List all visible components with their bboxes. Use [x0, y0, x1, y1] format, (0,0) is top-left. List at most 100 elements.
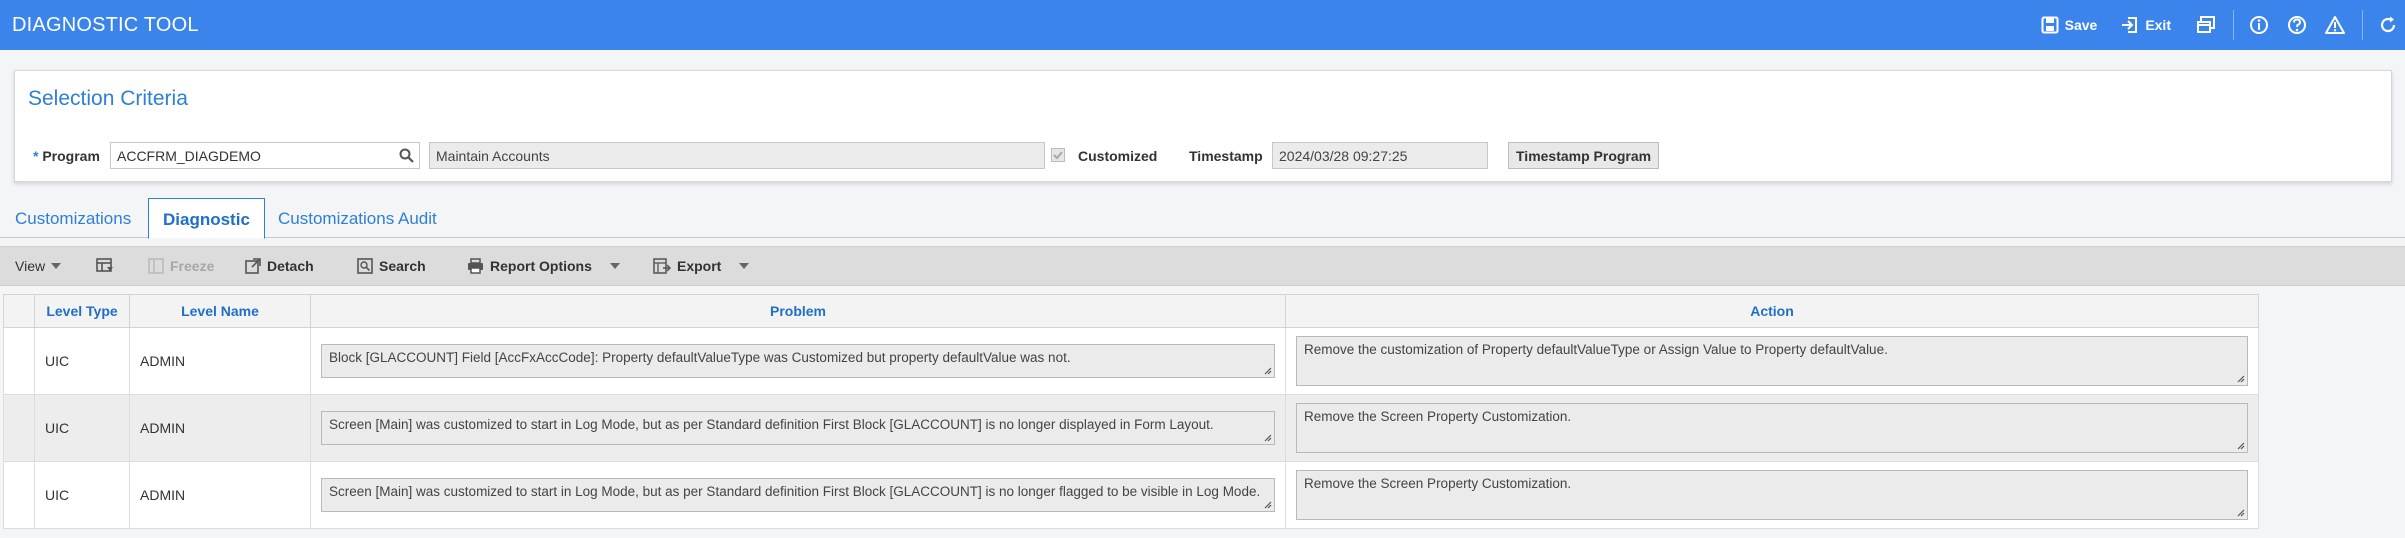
selection-criteria-panel: Selection Criteria * Program ACCFRM_DIAG… [14, 70, 2392, 182]
resize-grip-icon[interactable] [1262, 499, 1272, 509]
timestamp-program-button[interactable]: Timestamp Program [1508, 142, 1660, 169]
program-value: ACCFRM_DIAGDEMO [117, 148, 261, 164]
tab-customizations-audit[interactable]: Customizations Audit [264, 198, 451, 238]
problem-textarea[interactable]: Block [GLACCOUNT] Field [AccFxAccCode]: … [321, 344, 1275, 378]
timestamp-field: 2024/03/28 09:27:25 [1272, 142, 1488, 169]
printer-icon [468, 258, 483, 274]
table-row[interactable]: UIC ADMIN Screen [Main] was customized t… [3, 461, 2259, 529]
export-button[interactable]: Export [653, 258, 750, 274]
program-label-text: Program [42, 148, 100, 164]
export-label: Export [677, 258, 722, 274]
column-header-action[interactable]: Action [1285, 294, 2259, 328]
detach-icon [245, 258, 261, 274]
column-header-level-type[interactable]: Level Type [34, 294, 130, 328]
chevron-down-icon [51, 263, 62, 269]
search-icon[interactable] [399, 148, 414, 163]
chevron-down-icon [609, 263, 620, 269]
app-header: DIAGNOSTIC TOOL Save Exit [0, 0, 2405, 50]
report-options-label: Report Options [490, 258, 592, 274]
column-header-problem[interactable]: Problem [310, 294, 1286, 328]
table-row[interactable]: UIC ADMIN Screen [Main] was customized t… [3, 394, 2259, 462]
exit-icon [2122, 17, 2138, 33]
level-type-cell: UIC [34, 327, 130, 395]
export-icon [653, 258, 671, 274]
program-description-field: Maintain Accounts [429, 142, 1045, 169]
windows-icon[interactable] [2195, 14, 2217, 36]
info-icon[interactable] [2248, 14, 2270, 36]
refresh-icon[interactable] [2377, 14, 2399, 36]
freeze-button[interactable]: Freeze [148, 258, 214, 274]
row-selector[interactable] [3, 394, 35, 462]
action-textarea[interactable]: Remove the Screen Property Customization… [1296, 403, 2248, 453]
program-label: * Program [33, 148, 100, 164]
action-cell: Remove the Screen Property Customization… [1285, 394, 2259, 462]
problem-cell: Screen [Main] was customized to start in… [310, 461, 1286, 529]
report-options-button[interactable]: Report Options [467, 258, 620, 274]
level-name-cell: ADMIN [129, 327, 311, 395]
diagnostic-grid: Level Type Level Name Problem Action UIC… [3, 294, 2259, 529]
problem-text: Block [GLACCOUNT] Field [AccFxAccCode]: … [329, 350, 1071, 365]
freeze-label: Freeze [170, 258, 215, 274]
problem-textarea[interactable]: Screen [Main] was customized to start in… [321, 478, 1275, 512]
action-textarea[interactable]: Remove the Screen Property Customization… [1296, 470, 2248, 520]
row-selector[interactable] [3, 461, 35, 529]
action-cell: Remove the Screen Property Customization… [1285, 461, 2259, 529]
level-type-cell: UIC [34, 394, 130, 462]
resize-grip-icon[interactable] [2235, 507, 2245, 517]
freeze-icon [148, 258, 164, 274]
grid-toolbar: View Freeze Detach Search Report Options… [0, 246, 2405, 286]
header-divider [2362, 10, 2363, 40]
column-settings-button[interactable] [96, 258, 114, 274]
exit-label: Exit [2145, 17, 2171, 33]
program-description: Maintain Accounts [436, 148, 550, 164]
tab-customizations[interactable]: Customizations [1, 198, 145, 238]
header-divider [2233, 10, 2234, 40]
level-name-cell: ADMIN [129, 394, 311, 462]
selection-criteria-title: Selection Criteria [28, 87, 188, 110]
checkmark-icon [1053, 151, 1063, 160]
resize-grip-icon[interactable] [1262, 432, 1272, 442]
row-selector[interactable] [3, 327, 35, 395]
app-title: DIAGNOSTIC TOOL [12, 13, 199, 36]
action-cell: Remove the customization of Property def… [1285, 327, 2259, 395]
view-label: View [15, 258, 46, 274]
table-row[interactable]: UIC ADMIN Block [GLACCOUNT] Field [AccFx… [3, 327, 2259, 395]
column-header-level-name[interactable]: Level Name [129, 294, 311, 328]
grid-settings-icon [96, 258, 113, 272]
save-button[interactable]: Save [2041, 16, 2098, 34]
search-button[interactable]: Search [357, 258, 426, 274]
search-label: Search [379, 258, 426, 274]
tab-diagnostic[interactable]: Diagnostic [148, 198, 265, 239]
resize-grip-icon[interactable] [2235, 373, 2245, 383]
problem-text: Screen [Main] was customized to start in… [329, 484, 1261, 499]
customized-checkbox[interactable] [1051, 148, 1065, 162]
chevron-down-icon [739, 263, 750, 269]
view-menu[interactable]: View [15, 258, 62, 274]
problem-textarea[interactable]: Screen [Main] was customized to start in… [321, 411, 1275, 445]
help-icon[interactable] [2286, 14, 2308, 36]
grid-header-row: Level Type Level Name Problem Action [3, 294, 2259, 328]
save-label: Save [2064, 17, 2098, 33]
detach-label: Detach [267, 258, 314, 274]
problem-cell: Screen [Main] was customized to start in… [310, 394, 1286, 462]
timestamp-label: Timestamp [1189, 148, 1263, 164]
exit-button[interactable]: Exit [2121, 16, 2171, 34]
program-input[interactable]: ACCFRM_DIAGDEMO [110, 142, 420, 169]
timestamp-value: 2024/03/28 09:27:25 [1279, 148, 1408, 164]
action-textarea[interactable]: Remove the customization of Property def… [1296, 336, 2248, 386]
detach-button[interactable]: Detach [245, 258, 314, 274]
warning-icon[interactable] [2324, 14, 2346, 36]
level-name-cell: ADMIN [129, 461, 311, 529]
resize-grip-icon[interactable] [2235, 440, 2245, 450]
action-text: Remove the Screen Property Customization… [1304, 409, 1572, 424]
save-icon [2041, 16, 2059, 34]
problem-cell: Block [GLACCOUNT] Field [AccFxAccCode]: … [310, 327, 1286, 395]
customized-label: Customized [1078, 148, 1158, 164]
required-marker: * [33, 148, 39, 164]
row-selector-header [3, 294, 35, 328]
tab-bar: Customizations Diagnostic Customizations… [0, 198, 2405, 239]
action-text: Remove the customization of Property def… [1304, 342, 1888, 357]
problem-text: Screen [Main] was customized to start in… [329, 417, 1214, 432]
search-grid-icon [357, 258, 373, 274]
resize-grip-icon[interactable] [1262, 365, 1272, 375]
